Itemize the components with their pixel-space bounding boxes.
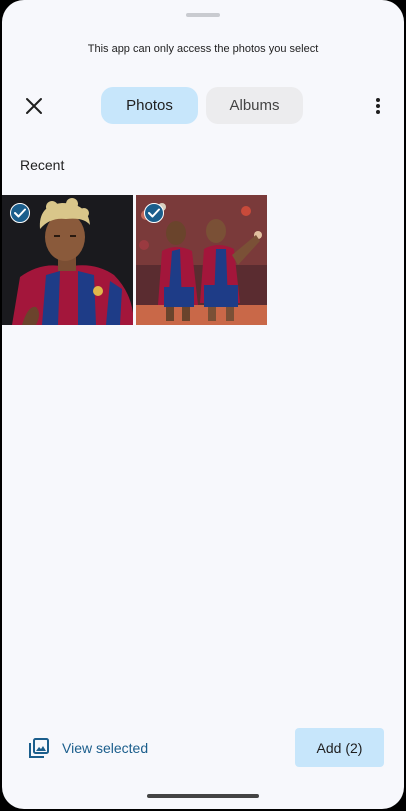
- check-icon: [148, 208, 160, 218]
- more-vert-icon: [376, 98, 380, 114]
- photo-thumbnail[interactable]: [136, 195, 267, 325]
- close-icon: [26, 98, 42, 114]
- view-selected-label: View selected: [62, 740, 149, 756]
- photo-thumbnail[interactable]: [2, 195, 133, 325]
- add-button[interactable]: Add (2): [295, 728, 384, 767]
- more-options-button[interactable]: [364, 92, 392, 120]
- drag-handle[interactable]: [186, 13, 220, 17]
- tab-albums[interactable]: Albums: [206, 87, 303, 124]
- home-indicator[interactable]: [147, 794, 259, 798]
- tab-photos[interactable]: Photos: [101, 87, 198, 124]
- photo-library-icon: [29, 738, 49, 758]
- view-selected-button[interactable]: View selected: [28, 735, 148, 761]
- check-icon: [14, 208, 26, 218]
- close-button[interactable]: [20, 92, 48, 120]
- section-title-recent: Recent: [20, 157, 65, 173]
- access-notice: This app can only access the photos you …: [87, 43, 319, 55]
- selected-check-badge: [10, 203, 30, 223]
- photo-picker-sheet: This app can only access the photos you …: [2, 0, 404, 809]
- selected-check-badge: [144, 203, 164, 223]
